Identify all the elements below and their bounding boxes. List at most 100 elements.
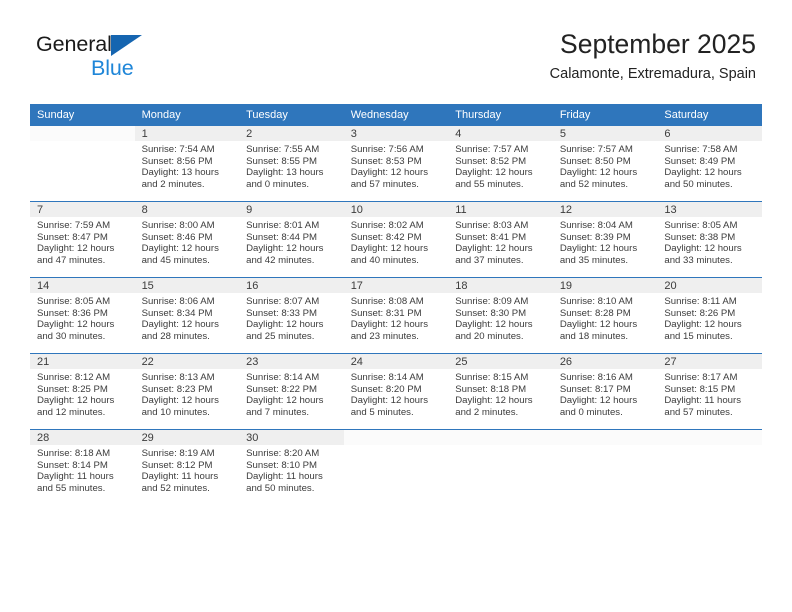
sunset-text: Sunset: 8:26 PM [664, 307, 736, 319]
day-details: Sunrise: 8:12 AM Sunset: 8:25 PM Daylight:… [30, 369, 135, 418]
page-title: September 2025 [560, 29, 756, 59]
daylight-text-line1: Daylight: 13 hours [141, 167, 219, 179]
triangle-flag-icon [111, 35, 142, 56]
calendar-day-cell[interactable]: 27 Sunrise: 8:17 AM Sunset: 8:15 PM Dayligh… [657, 353, 762, 430]
sunrise-text: Sunrise: 8:03 AM [455, 220, 529, 231]
sunrise-text: Sunrise: 7:55 AM [246, 144, 320, 155]
calendar-day-cell[interactable]: 7 Sunrise: 7:59 AM Sunset: 8:47 PM Daylight… [30, 201, 135, 278]
calendar-day-cell[interactable]: 23 Sunrise: 8:14 AM Sunset: 8:22 PM Dayligh… [239, 353, 344, 430]
calendar-cell-empty [657, 429, 762, 505]
calendar-day-cell[interactable]: 10 Sunrise: 8:02 AM Sunset: 8:42 PM Dayligh… [343, 201, 449, 278]
calendar-day-cell[interactable]: 16 Sunrise: 8:07 AM Sunset: 8:33 PM Dayligh… [239, 277, 344, 354]
day-number: 24 [343, 354, 449, 369]
day-number: 11 [448, 202, 553, 217]
day-details: Sunrise: 7:54 AM Sunset: 8:56 PM Daylight:… [135, 141, 240, 190]
day-number [657, 430, 762, 445]
sunset-text: Sunset: 8:20 PM [350, 383, 422, 395]
calendar-day-cell[interactable]: 3 Sunrise: 7:56 AM Sunset: 8:53 PM Daylight… [343, 126, 449, 202]
calendar-table: Sunday Monday Tuesday Wednesday Thursday… [30, 104, 762, 505]
day-number: 20 [657, 278, 762, 293]
calendar-day-cell[interactable]: 30 Sunrise: 8:20 AM Sunset: 8:10 PM Dayligh… [239, 429, 344, 505]
day-number: 30 [239, 430, 344, 445]
calendar-day-cell[interactable]: 8 Sunrise: 8:00 AM Sunset: 8:46 PM Daylight… [134, 201, 240, 278]
weekday-header-saturday: Saturday [657, 104, 762, 126]
daylight-text-line2: and 30 minutes. [37, 330, 106, 342]
calendar-day-cell[interactable]: 21 Sunrise: 8:12 AM Sunset: 8:25 PM Dayligh… [30, 353, 135, 430]
daylight-text-line2: and 42 minutes. [246, 254, 315, 266]
daylight-text-line1: Daylight: 12 hours [350, 395, 429, 407]
calendar-day-cell[interactable]: 11 Sunrise: 8:03 AM Sunset: 8:41 PM Dayligh… [448, 201, 553, 278]
calendar-day-cell[interactable]: 17 Sunrise: 8:08 AM Sunset: 8:31 PM Dayligh… [343, 277, 449, 354]
day-number: 7 [30, 202, 135, 217]
daylight-text-line2: and 7 minutes. [246, 406, 310, 418]
sunset-text: Sunset: 8:46 PM [141, 231, 213, 243]
calendar-day-cell[interactable]: 1 Sunrise: 7:54 AM Sunset: 8:56 PM Daylight… [134, 126, 240, 202]
calendar-week-row: 21 Sunrise: 8:12 AM Sunset: 8:25 PM Dayligh… [30, 353, 762, 430]
weekday-header-sunday: Sunday [30, 104, 135, 126]
calendar-day-cell[interactable]: 4 Sunrise: 7:57 AM Sunset: 8:52 PM Daylight… [448, 126, 553, 202]
calendar-week-row: 7 Sunrise: 7:59 AM Sunset: 8:47 PM Daylight… [30, 201, 762, 278]
day-details: Sunrise: 8:20 AM Sunset: 8:10 PM Daylight:… [239, 445, 344, 494]
calendar-day-cell[interactable]: 29 Sunrise: 8:19 AM Sunset: 8:12 PM Dayligh… [134, 429, 240, 505]
sunset-text: Sunset: 8:10 PM [246, 459, 318, 471]
sunrise-text: Sunrise: 8:12 AM [37, 372, 111, 383]
daylight-text-line1: Daylight: 12 hours [246, 243, 324, 255]
day-details: Sunrise: 8:05 AM Sunset: 8:38 PM Daylight:… [657, 217, 762, 266]
day-number: 21 [30, 354, 135, 369]
calendar-day-cell[interactable]: 5 Sunrise: 7:57 AM Sunset: 8:50 PM Daylight… [552, 126, 658, 202]
day-number: 17 [343, 278, 449, 293]
sunset-text: Sunset: 8:14 PM [37, 459, 108, 471]
calendar-day-cell[interactable]: 15 Sunrise: 8:06 AM Sunset: 8:34 PM Dayligh… [134, 277, 240, 354]
day-number [343, 430, 449, 445]
calendar-day-cell[interactable]: 13 Sunrise: 8:05 AM Sunset: 8:38 PM Dayligh… [657, 201, 762, 278]
calendar-day-cell[interactable]: 12 Sunrise: 8:04 AM Sunset: 8:39 PM Dayligh… [552, 201, 658, 278]
day-details: Sunrise: 8:15 AM Sunset: 8:18 PM Daylight:… [448, 369, 553, 418]
sunset-text: Sunset: 8:38 PM [664, 231, 736, 243]
calendar-day-cell[interactable]: 6 Sunrise: 7:58 AM Sunset: 8:49 PM Daylight… [657, 126, 762, 202]
day-details: Sunrise: 8:16 AM Sunset: 8:17 PM Daylight:… [553, 369, 658, 418]
calendar-day-cell[interactable]: 9 Sunrise: 8:01 AM Sunset: 8:44 PM Daylight… [239, 201, 344, 278]
daylight-text-line1: Daylight: 12 hours [350, 243, 429, 255]
calendar-day-cell[interactable]: 19 Sunrise: 8:10 AM Sunset: 8:28 PM Dayligh… [552, 277, 658, 354]
daylight-text-line1: Daylight: 11 hours [37, 471, 114, 483]
sunset-text: Sunset: 8:17 PM [559, 383, 631, 395]
brand-logo[interactable]: General Blue [36, 32, 266, 88]
sunset-text: Sunset: 8:15 PM [664, 383, 736, 395]
sunrise-text: Sunrise: 8:14 AM [246, 372, 320, 383]
day-details: Sunrise: 8:03 AM Sunset: 8:41 PM Daylight:… [448, 217, 553, 266]
day-number: 22 [134, 354, 240, 369]
sunset-text: Sunset: 8:39 PM [559, 231, 631, 243]
daylight-text-line1: Daylight: 12 hours [37, 319, 115, 331]
daylight-text-line1: Daylight: 11 hours [664, 395, 741, 407]
calendar-day-cell[interactable]: 24 Sunrise: 8:14 AM Sunset: 8:20 PM Dayligh… [343, 353, 449, 430]
calendar-day-cell[interactable]: 25 Sunrise: 8:15 AM Sunset: 8:18 PM Dayligh… [448, 353, 553, 430]
sunrise-text: Sunrise: 8:05 AM [37, 296, 111, 307]
calendar-header-row: Sunday Monday Tuesday Wednesday Thursday… [30, 104, 762, 126]
daylight-text-line2: and 35 minutes. [559, 254, 629, 266]
daylight-text-line1: Daylight: 12 hours [350, 319, 429, 331]
daylight-text-line2: and 55 minutes. [37, 482, 106, 494]
day-details: Sunrise: 7:57 AM Sunset: 8:52 PM Daylight:… [448, 141, 553, 190]
daylight-text-line2: and 57 minutes. [664, 406, 733, 418]
calendar-week-row: 14 Sunrise: 8:05 AM Sunset: 8:36 PM Dayligh… [30, 277, 762, 354]
sunrise-text: Sunrise: 8:18 AM [37, 448, 111, 459]
calendar-day-cell[interactable]: 20 Sunrise: 8:11 AM Sunset: 8:26 PM Dayligh… [657, 277, 762, 354]
sunrise-text: Sunrise: 8:11 AM [664, 296, 737, 307]
calendar-day-cell[interactable]: 2 Sunrise: 7:55 AM Sunset: 8:55 PM Daylight… [239, 126, 344, 202]
day-number: 1 [134, 126, 240, 141]
daylight-text-line1: Daylight: 12 hours [559, 243, 638, 255]
daylight-text-line2: and 55 minutes. [455, 178, 524, 190]
calendar-day-cell[interactable]: 22 Sunrise: 8:13 AM Sunset: 8:23 PM Dayligh… [134, 353, 240, 430]
calendar-day-cell[interactable]: 26 Sunrise: 8:16 AM Sunset: 8:17 PM Dayligh… [552, 353, 658, 430]
calendar-day-cell[interactable]: 28 Sunrise: 8:18 AM Sunset: 8:14 PM Dayligh… [30, 429, 135, 505]
calendar-day-cell[interactable]: 14 Sunrise: 8:05 AM Sunset: 8:36 PM Dayligh… [30, 277, 135, 354]
day-details: Sunrise: 7:56 AM Sunset: 8:53 PM Daylight:… [344, 141, 449, 190]
calendar-day-cell[interactable]: 18 Sunrise: 8:09 AM Sunset: 8:30 PM Dayligh… [448, 277, 553, 354]
daylight-text-line1: Daylight: 12 hours [37, 243, 115, 255]
day-details: Sunrise: 8:19 AM Sunset: 8:12 PM Daylight:… [135, 445, 240, 494]
sunset-text: Sunset: 8:36 PM [37, 307, 108, 319]
sunset-text: Sunset: 8:56 PM [141, 155, 213, 167]
calendar-cell-empty [30, 126, 135, 202]
daylight-text-line1: Daylight: 12 hours [246, 319, 324, 331]
calendar-week-row: 1 Sunrise: 7:54 AM Sunset: 8:56 PM Daylight… [30, 126, 762, 202]
